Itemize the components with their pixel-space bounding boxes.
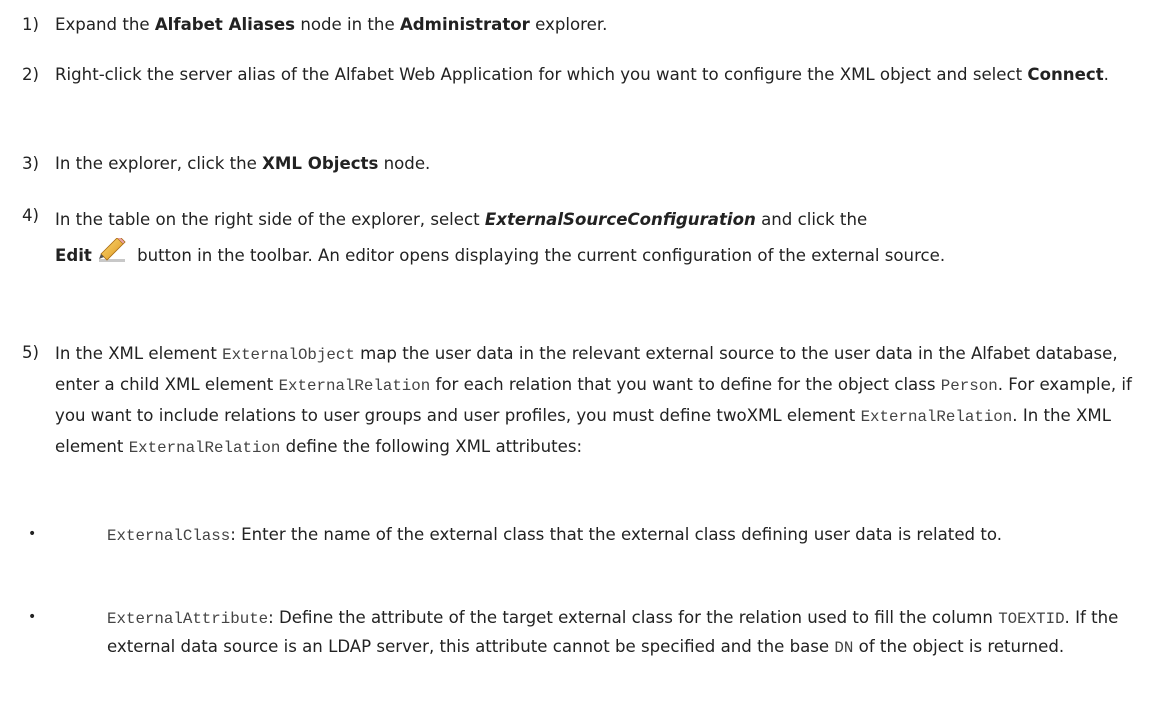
step-number: 4) — [22, 206, 40, 225]
ui-term: Connect — [1027, 65, 1104, 84]
step-number: 3) — [22, 154, 40, 173]
step-2: 2) Right-click the server alias of the A… — [22, 61, 1167, 88]
document: 1) Expand the Alfabet Aliases node in th… — [0, 0, 1174, 720]
bullet-external-attribute: • ExternalAttribute: Define the attribut… — [22, 604, 1167, 662]
bullet-text: ExternalAttribute: Define the attribute … — [107, 608, 1119, 657]
step-number: 2) — [22, 65, 40, 84]
code-term: ExternalRelation — [860, 408, 1013, 426]
step-text: In the explorer, click the XML Objects n… — [55, 154, 431, 173]
bullet-dot: • — [28, 526, 37, 542]
step-4: 4) In the table on the right side of the… — [22, 202, 1167, 274]
bullet-text: ExternalClass: Enter the name of the ext… — [107, 525, 1002, 545]
bullet-external-class: • ExternalClass: Enter the name of the e… — [22, 521, 1167, 550]
ui-term: ExternalSourceConfiguration — [484, 210, 756, 229]
step-text: Right-click the server alias of the Alfa… — [55, 65, 1109, 84]
code-term: TOEXTID — [998, 610, 1065, 628]
step-text: In the table on the right side of the ex… — [55, 210, 946, 265]
step-number: 1) — [22, 15, 40, 34]
step-text: Expand the Alfabet Aliases node in the A… — [55, 15, 608, 34]
ui-term: Alfabet Aliases — [154, 15, 296, 34]
code-term: Person — [940, 377, 998, 395]
ui-term: XML Objects — [262, 154, 379, 173]
code-term: ExternalRelation — [128, 439, 281, 457]
step-3: 3) In the explorer, click the XML Object… — [22, 150, 1167, 177]
code-term: DN — [834, 639, 854, 657]
step-1: 1) Expand the Alfabet Aliases node in th… — [22, 11, 1167, 38]
code-term: ExternalClass — [107, 527, 231, 545]
code-term: ExternalAttribute — [107, 610, 269, 628]
code-term: ExternalRelation — [278, 377, 431, 395]
code-term: ExternalObject — [222, 346, 355, 364]
step-5: 5) In the XML element ExternalObject map… — [22, 339, 1167, 463]
step-number: 5) — [22, 343, 40, 362]
edit-pencil-icon — [97, 235, 127, 264]
step-text: In the XML element ExternalObject map th… — [55, 344, 1132, 457]
bullet-dot: • — [28, 609, 37, 625]
ui-term: Edit — [55, 246, 92, 265]
ui-term: Administrator — [399, 15, 530, 34]
